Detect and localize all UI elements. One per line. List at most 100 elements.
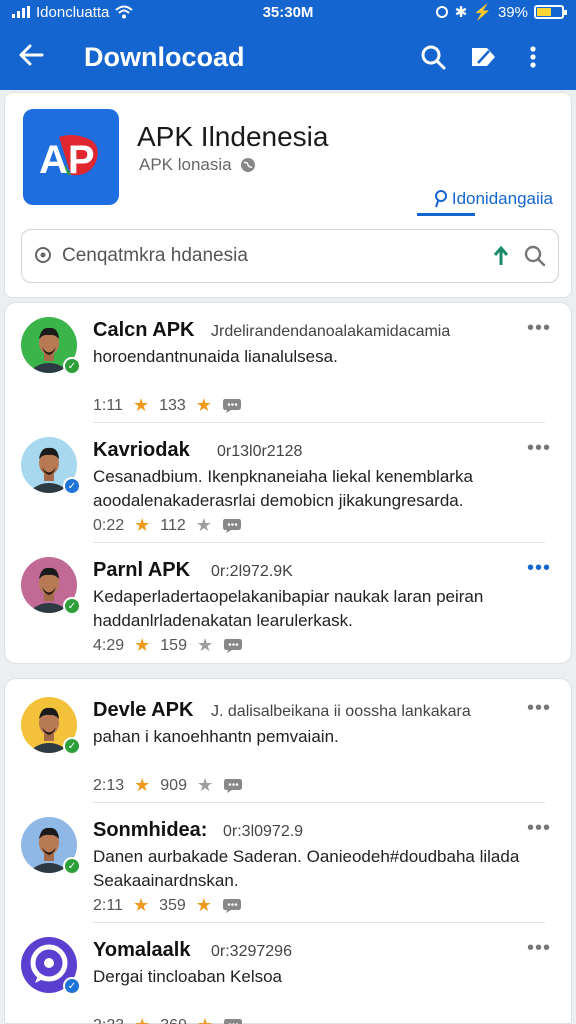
battery-icon	[534, 5, 567, 19]
comments-card-2: ✓ Devle APK J. dalisalbeikana ii oossha …	[4, 678, 572, 1024]
comment-text: horoendantnunaida lianalulsesa.	[93, 347, 338, 366]
comment-meta: 0r:3297296	[211, 943, 292, 960]
online-badge: ✓	[63, 597, 81, 615]
signal-arrow-icon: ⚡	[473, 4, 492, 21]
reply-bubble-icon[interactable]	[223, 638, 243, 654]
star-icon: ★	[134, 635, 151, 655]
upload-icon[interactable]	[492, 245, 510, 267]
comment-count: 359	[159, 896, 186, 914]
star-icon[interactable]: ★	[196, 515, 212, 536]
comment-text: Dergai tincloaban Kelsoa	[93, 967, 283, 986]
comment-text: Cesanadbium. Ikenpknaneiaha liekal kenem…	[93, 467, 473, 510]
signal-icon	[12, 6, 30, 18]
app-subtitle-text: APK lonasia	[139, 155, 232, 174]
reply-bubble-icon[interactable]	[222, 518, 242, 534]
comment-author: Calcn APK	[93, 319, 195, 341]
search-field[interactable]: Cenqatmkra hdanesia	[21, 229, 559, 283]
comment-stats: 1:11 ★ 133 ★	[93, 395, 242, 416]
more-options-icon[interactable]: •••	[527, 557, 551, 580]
search-small-icon	[35, 247, 51, 263]
star-icon[interactable]: ★	[197, 1015, 213, 1024]
comment-item[interactable]: ✓ Yomalaalk 0r:3297296 Dergai tincloaban…	[5, 923, 573, 1024]
comment-stats: 2:23 ★ 369 ★	[93, 1015, 243, 1024]
avatar[interactable]: ✓	[21, 937, 81, 995]
star-icon: ★	[134, 515, 151, 535]
star-icon[interactable]: ★	[197, 635, 213, 656]
back-arrow-icon[interactable]	[18, 40, 58, 74]
star-icon: ★	[132, 395, 150, 415]
comment-stats: 4:29 ★ 159 ★	[93, 635, 243, 656]
star-icon[interactable]: ★	[196, 395, 212, 416]
comment-stats: 0:22 ★ 112 ★	[93, 515, 242, 536]
avatar[interactable]: ✓	[21, 437, 81, 495]
comment-time: 1:11	[93, 396, 123, 414]
star-icon: ★	[134, 1015, 150, 1024]
avatar[interactable]: ✓	[21, 317, 81, 375]
logo-letters: AP	[39, 138, 95, 182]
comment-item[interactable]: ✓ Devle APK J. dalisalbeikana ii oossha …	[5, 683, 573, 803]
app-header-card: AP APK Ilndenesia APK lonasia Idonidanga…	[4, 92, 572, 298]
tag-icon[interactable]	[458, 37, 508, 77]
avatar[interactable]: ✓	[21, 817, 81, 875]
region-link-underline	[417, 213, 475, 216]
star-icon[interactable]: ★	[196, 895, 212, 916]
comment-item[interactable]: ✓ Calcn APK Jrdelirandendanoalakamidacam…	[5, 303, 573, 423]
sync-icon	[435, 6, 448, 18]
comment-time: 2:13	[93, 776, 125, 794]
comment-meta: J. dalisalbeikana ii oossha lankakara	[211, 703, 471, 720]
star-icon[interactable]: ★	[197, 775, 213, 796]
reply-bubble-icon[interactable]	[222, 398, 242, 414]
app-bar: Downlocoad	[0, 24, 576, 90]
page-title: Downlocoad	[84, 41, 245, 72]
more-options-icon[interactable]: •••	[527, 697, 551, 720]
comment-count: 159	[160, 636, 187, 654]
reply-bubble-icon[interactable]	[223, 778, 243, 794]
comment-author: Devle APK	[93, 699, 194, 721]
pin-icon	[434, 190, 447, 208]
more-options-icon[interactable]: •••	[527, 937, 551, 960]
search-submit-icon[interactable]	[524, 245, 546, 267]
comment-count: 369	[160, 1017, 187, 1024]
comment-author: Kavriodak	[93, 439, 190, 461]
more-options-icon[interactable]: •••	[527, 317, 551, 340]
globe-icon	[240, 158, 255, 172]
comment-author: Sonmhidea:	[93, 819, 208, 841]
comment-time: 0:22	[93, 516, 125, 534]
search-icon[interactable]	[408, 37, 458, 77]
comment-meta: Jrdelirandendanoalakamidacamia	[211, 323, 451, 340]
online-badge: ✓	[63, 357, 81, 375]
comment-stats: 2:11 ★ 359 ★	[93, 895, 242, 916]
battery-percent: 39%	[497, 3, 528, 21]
comment-time: 2:11	[93, 896, 123, 914]
comment-text: Kedaperladertaopelakanibapiar naukak lar…	[93, 587, 484, 630]
comment-time: 2:23	[93, 1017, 124, 1024]
region-link[interactable]: Idonidangaiia	[434, 189, 553, 209]
more-options-icon[interactable]: •••	[527, 437, 551, 460]
online-badge: ✓	[63, 977, 81, 995]
star-icon: ★	[132, 895, 150, 915]
comment-time: 4:29	[93, 636, 125, 654]
comment-count: 133	[159, 396, 186, 414]
search-placeholder: Cenqatmkra hdanesia	[62, 245, 248, 266]
bluetooth-icon: ✱	[454, 4, 468, 21]
online-badge: ✓	[63, 857, 81, 875]
region-link-label: Idonidangaiia	[451, 189, 553, 208]
comment-meta: 0r:3l0972.9	[223, 823, 304, 840]
comment-item[interactable]: ✓ Kavriodak 0r13l0r2128 Cesanadbium. Ike…	[5, 423, 573, 543]
avatar[interactable]: ✓	[21, 557, 81, 615]
reply-bubble-icon[interactable]	[222, 898, 242, 914]
reply-bubble-icon[interactable]	[223, 1018, 243, 1024]
comments-card-1: ✓ Calcn APK Jrdelirandendanoalakamidacam…	[4, 302, 572, 664]
comment-meta: 0r13l0r2128	[217, 443, 303, 460]
more-vert-icon[interactable]	[508, 37, 558, 77]
comment-author: Parnl APK	[93, 559, 191, 581]
comment-count: 112	[160, 516, 186, 534]
app-subtitle: APK lonasia	[139, 155, 256, 175]
app-logo: AP	[23, 109, 119, 205]
comment-item[interactable]: ✓ Sonmhidea: 0r:3l0972.9 Danen aurbakade…	[5, 803, 573, 923]
comment-item[interactable]: ✓ Parnl APK 0r:2l972.9K Kedaperladertaop…	[5, 543, 573, 663]
more-options-icon[interactable]: •••	[527, 817, 551, 840]
comment-text: pahan i kanoehhantn pemvaiain.	[93, 727, 339, 746]
avatar[interactable]: ✓	[21, 697, 81, 755]
wifi-icon	[115, 5, 134, 19]
